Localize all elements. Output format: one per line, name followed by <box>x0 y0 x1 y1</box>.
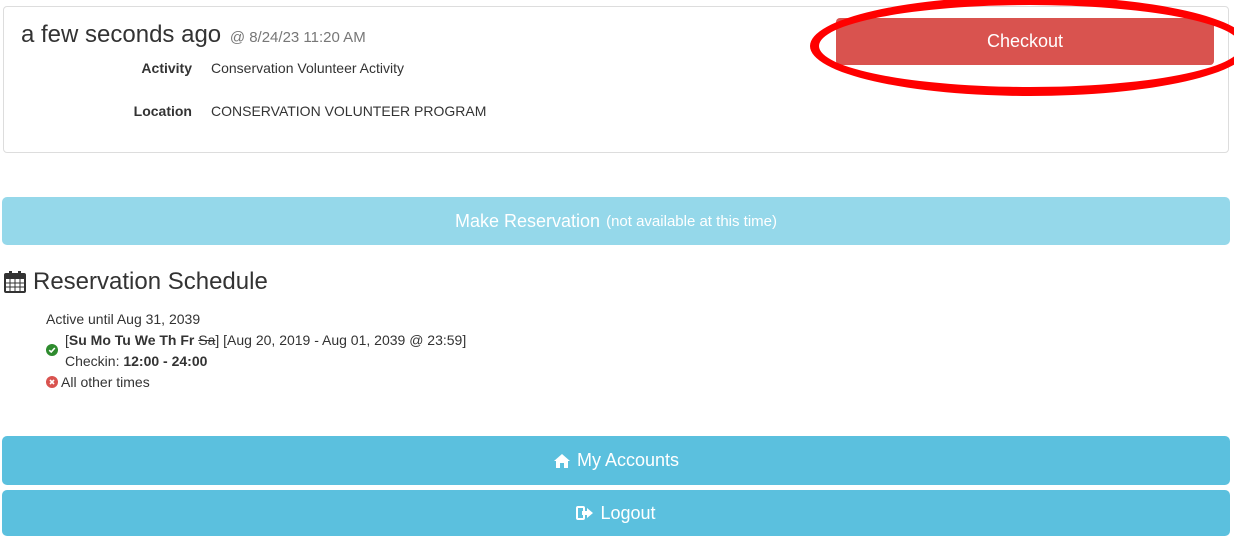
other-times: All other times <box>61 374 150 390</box>
bracket-close: ] <box>215 332 220 348</box>
checkin-time: a few seconds ago @ 8/24/23 11:20 AM <box>21 21 366 49</box>
make-reservation-label: Make Reservation <box>455 210 601 231</box>
my-accounts-label: My Accounts <box>576 450 680 470</box>
sign-out-icon <box>576 506 594 520</box>
activity-label: Activity <box>141 60 192 76</box>
activity-row: Activity Conservation Volunteer Activity <box>4 60 404 76</box>
location-label: Location <box>133 103 192 119</box>
home-icon <box>553 453 570 468</box>
relative-time: a few seconds ago <box>21 21 222 48</box>
schedule-day-excluded: Sa <box>198 332 216 348</box>
my-accounts-button[interactable]: My Accounts <box>2 436 1230 485</box>
schedule-title-text: Reservation Schedule <box>33 268 268 295</box>
location-value: CONSERVATION VOLUNTEER PROGRAM <box>211 103 487 119</box>
checkin-hours: Checkin: 12:00 - 24:00 <box>65 353 207 369</box>
activity-value: Conservation Volunteer Activity <box>211 60 404 76</box>
logout-button[interactable]: Logout <box>2 490 1230 536</box>
schedule-title: Reservation Schedule <box>3 268 268 296</box>
make-reservation-button[interactable]: Make Reservation (not available at this … <box>2 197 1230 245</box>
calendar-icon <box>4 271 26 293</box>
logout-label: Logout <box>600 502 656 523</box>
location-row: Location CONSERVATION VOLUNTEER PROGRAM <box>4 103 487 119</box>
schedule-days: Su Mo Tu We Th Fr <box>68 332 195 348</box>
active-until: Active until Aug 31, 2039 <box>46 311 201 327</box>
timestamp: @ 8/24/23 11:20 AM <box>229 29 366 46</box>
checkin-hours-value: 12:00 - 24:00 <box>123 353 208 369</box>
check-circle-icon <box>46 344 58 356</box>
make-reservation-note: (not available at this time) <box>606 212 777 230</box>
times-circle-icon <box>46 376 58 388</box>
checkin-hours-label: Checkin: <box>65 353 120 369</box>
checkout-button[interactable]: Checkout <box>836 18 1214 65</box>
schedule-days-line: [Su Mo Tu We Th Fr Sa] [Aug 20, 2019 - A… <box>65 332 466 348</box>
schedule-date-range: [Aug 20, 2019 - Aug 01, 2039 @ 23:59] <box>223 332 467 348</box>
